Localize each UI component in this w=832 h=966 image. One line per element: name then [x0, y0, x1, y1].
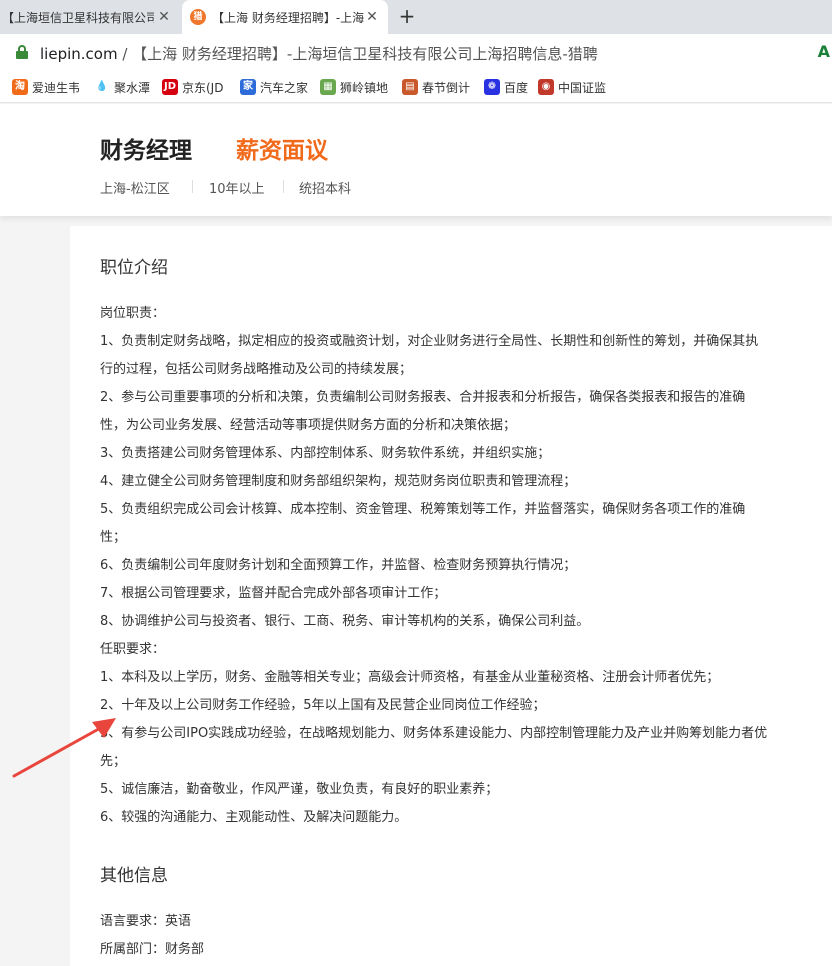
description-line: 2、十年及以上公司财务工作经验，5年以上国有及民营企业同岗位工作经验； — [100, 698, 546, 713]
section-title-description: 职位介绍 — [100, 258, 168, 278]
description-line: 6、较强的沟通能力、主观能动性、及解决问题能力。 — [100, 810, 408, 825]
bookmark-item[interactable]: ◉ 中国证监 — [538, 78, 610, 96]
description-line: 任职要求： — [100, 642, 166, 657]
autohome-icon: 家 — [240, 79, 256, 95]
job-title: 财务经理 — [100, 138, 192, 164]
water-drop-icon: 💧 — [94, 79, 110, 95]
bookmark-item[interactable]: 💧 聚水潭 — [94, 78, 154, 96]
description-line: 1、本科及以上学历，财务、金融等相关专业；高级会计师资格，有基金从业董秘资格、注… — [100, 670, 720, 685]
close-icon[interactable]: ✕ — [364, 9, 380, 25]
job-header: 财务经理 薪资面议 上海-松江区 10年以上 统招本科 — [0, 104, 832, 216]
map-icon: ▦ — [320, 79, 336, 95]
meta-divider — [283, 180, 284, 193]
description-line: 6、负责编制公司年度财务计划和全面预算工作，并监督、检查财务预算执行情况； — [100, 558, 577, 573]
taobao-icon: 淘 — [12, 79, 28, 95]
jd-icon: JD — [162, 79, 178, 95]
description-line: 8、协调维护公司与投资者、银行、工商、税务、审计等机构的关系，确保公司利益。 — [100, 614, 590, 629]
csrc-icon: ◉ — [538, 79, 554, 95]
tab-active[interactable]: 猎 【上海 财务经理招聘】-上海 ✕ — [182, 0, 388, 34]
description-line: 4、建立健全公司财务管理制度和财务部组织架构，规范财务岗位职责和管理流程； — [100, 474, 577, 489]
meta-divider — [192, 180, 193, 193]
bookmark-item[interactable]: ▤ 春节倒计 — [402, 78, 474, 96]
description-line: 3、有参与公司IPO实践成功经验，在战略规划能力、财务体系建设能力、内部控制管理… — [100, 726, 768, 741]
job-content: 职位介绍 岗位职责： 1、负责制定财务战略，拟定相应的投资或融资计划，对企业财务进… — [70, 226, 832, 966]
tab-strip: 【上海垣信卫星科技有限公司 ✕ 猎 【上海 财务经理招聘】-上海 ✕ + — [0, 0, 832, 34]
other-info-line: 所属部门：财务部 — [100, 942, 205, 957]
description-line: 5、诚信廉洁，勤奋敬业，作风严谨，敬业负责，有良好的职业素养； — [100, 782, 499, 797]
description-line: 性，为公司业务发展、经营活动等事项提供财务方面的分析和决策依据； — [100, 418, 517, 433]
bookmarks-bar: 淘爱迪生韦 💧 聚水潭 JD 京东(JD 家汽车之家 ▦ 狮岭镇地 ▤ 春节倒计 ❁ 百度 ◉ 中国证监 — [0, 70, 832, 103]
bookmark-item[interactable]: JD 京东(JD — [162, 78, 232, 96]
bookmark-label: 聚水潭 — [114, 80, 151, 95]
bookmark-label: 京东(JD — [182, 80, 224, 95]
close-icon[interactable]: ✕ — [156, 9, 172, 25]
job-experience: 10年以上 — [209, 182, 265, 197]
description-line: 先； — [100, 754, 127, 769]
bookmark-item[interactable]: 家汽车之家 — [240, 78, 312, 96]
description-line: 1、负责制定财务战略，拟定相应的投资或融资计划，对企业财务进行全局性、长期性和创… — [100, 334, 759, 349]
description-line: 行的过程，包括公司财务战略推动及公司的持续发展； — [100, 362, 413, 377]
section-title-other-info: 其他信息 — [100, 866, 168, 886]
bookmark-label: 汽车之家 — [260, 80, 309, 95]
url-path: / 【上海 财务经理招聘】-上海垣信卫星科技有限公司上海招聘信息-猎聘 — [117, 45, 598, 63]
description-line: 5、负责组织完成公司会计核算、成本控制、资金管理、税筹策划等工作，并监督落实，确… — [100, 502, 746, 517]
bookmark-label: 中国证监 — [558, 80, 607, 95]
description-line: 2、参与公司重要事项的分析和决策，负责编制公司财务报表、合并报表和分析报告，确保… — [100, 390, 746, 405]
tab-title: 【上海垣信卫星科技有限公司 — [2, 10, 154, 25]
annotation-arrow-icon — [12, 718, 116, 778]
new-tab-button[interactable]: + — [396, 5, 418, 27]
bookmark-item[interactable]: ▦ 狮岭镇地 — [320, 78, 392, 96]
translate-icon[interactable]: A — [818, 42, 830, 61]
job-location: 上海-松江区 — [100, 182, 170, 197]
bookmark-label: 春节倒计 — [422, 80, 471, 95]
url-domain: liepin.com — [40, 45, 118, 63]
address-bar[interactable]: liepin.com / 【上海 财务经理招聘】-上海垣信卫星科技有限公司上海招… — [0, 34, 832, 70]
calendar-icon: ▤ — [402, 79, 418, 95]
description-line: 岗位职责： — [100, 306, 166, 321]
lock-icon[interactable] — [16, 45, 28, 59]
baidu-icon: ❁ — [484, 79, 500, 95]
bookmark-item[interactable]: ❁ 百度 — [484, 78, 532, 96]
bookmark-item[interactable]: 淘爱迪生韦 — [12, 78, 84, 96]
bookmark-label: 爱迪生韦 — [32, 80, 81, 95]
description-line: 7、根据公司管理要求，监督并配合完成外部各项审计工作； — [100, 586, 447, 601]
liepin-favicon-icon: 猎 — [190, 9, 206, 25]
bookmark-label: 百度 — [504, 80, 529, 95]
other-info-line: 语言要求：英语 — [100, 914, 192, 929]
bookmark-label: 狮岭镇地 — [340, 80, 389, 95]
url-text[interactable]: liepin.com / 【上海 财务经理招聘】-上海垣信卫星科技有限公司上海招… — [40, 43, 598, 64]
job-education: 统招本科 — [299, 182, 352, 197]
description-line: 3、负责搭建公司财务管理体系、内部控制体系、财务软件系统，并组织实施； — [100, 446, 551, 461]
tab-inactive[interactable]: 【上海垣信卫星科技有限公司 ✕ — [0, 0, 180, 34]
description-line: 性； — [100, 530, 127, 545]
salary: 薪资面议 — [236, 138, 328, 164]
tab-title: 【上海 财务经理招聘】-上海 — [212, 10, 365, 25]
